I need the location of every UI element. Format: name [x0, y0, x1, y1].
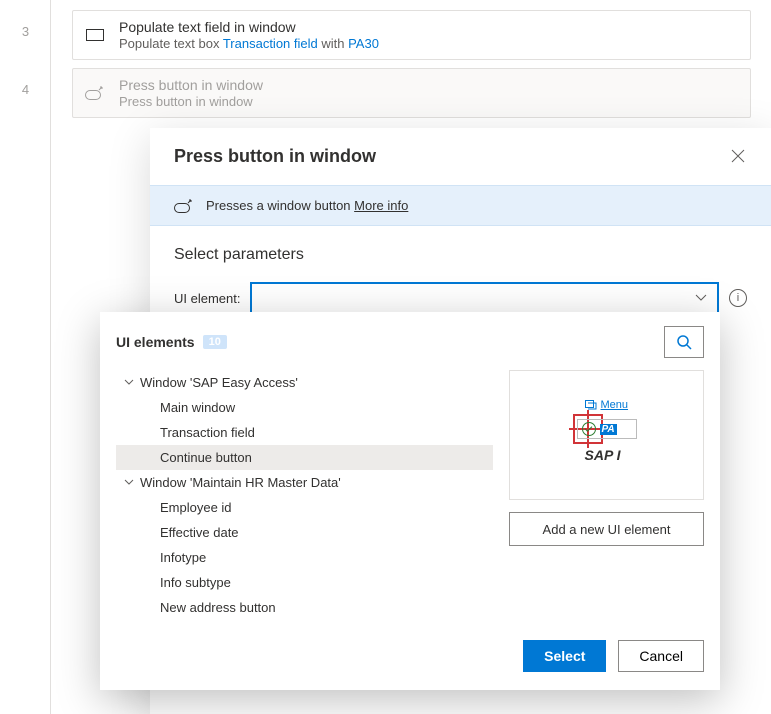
ui-element-picker: UI elements 10 Window 'SAP Easy Access' …	[100, 312, 720, 690]
tree-group-maintain-hr[interactable]: Window 'Maintain HR Master Data'	[116, 470, 493, 495]
tree-item-infotype[interactable]: Infotype	[116, 545, 493, 570]
chevron-down-icon	[124, 479, 134, 486]
preview-toolbar: PA	[577, 419, 637, 439]
tree-item-transaction-field[interactable]: Transaction field	[116, 420, 493, 445]
preview-menu-link: Menu	[585, 399, 629, 411]
step-number-4: 4	[0, 82, 51, 97]
preview-pa-chip: PA	[600, 424, 617, 435]
check-circle-icon	[582, 422, 596, 436]
step-title: Populate text field in window	[119, 19, 379, 35]
tree-group-sap-easy-access[interactable]: Window 'SAP Easy Access'	[116, 370, 493, 395]
dialog-title: Press button in window	[174, 146, 376, 167]
step-subtitle: Press button in window	[119, 94, 263, 109]
element-preview: Menu PA SAP I	[509, 370, 704, 500]
more-info-link[interactable]: More info	[354, 198, 408, 213]
section-title: Select parameters	[174, 246, 747, 264]
tree-item-employee-id[interactable]: Employee id	[116, 495, 493, 520]
preview-sap-label: SAP I	[585, 447, 621, 463]
add-ui-element-button[interactable]: Add a new UI element	[509, 512, 704, 546]
textbox-icon	[85, 25, 105, 45]
close-icon[interactable]	[731, 149, 747, 165]
param-label-ui-element: UI element:	[174, 291, 240, 306]
tree-item-continue-button[interactable]: Continue button	[116, 445, 493, 470]
ui-element-select[interactable]	[250, 282, 719, 314]
element-count-badge: 10	[203, 335, 227, 349]
info-bar: Presses a window button More info	[150, 185, 771, 226]
info-text: Presses a window button	[206, 198, 354, 213]
picker-title: UI elements	[116, 334, 195, 350]
search-button[interactable]	[664, 326, 704, 358]
step-link-value[interactable]: PA30	[348, 36, 379, 51]
select-button[interactable]: Select	[523, 640, 606, 672]
cancel-button[interactable]: Cancel	[618, 640, 704, 672]
info-icon[interactable]: i	[729, 289, 747, 307]
ui-element-tree: Window 'SAP Easy Access' Main window Tra…	[116, 370, 493, 620]
press-button-icon	[174, 199, 194, 213]
chevron-down-icon	[695, 294, 707, 302]
step-subtitle: Populate text box Transaction field with…	[119, 36, 379, 51]
step-title: Press button in window	[119, 77, 263, 93]
press-button-icon	[85, 83, 105, 103]
chevron-down-icon	[124, 379, 134, 386]
flow-step-4[interactable]: Press button in window Press button in w…	[72, 68, 751, 118]
tree-item-info-subtype[interactable]: Info subtype	[116, 570, 493, 595]
flow-step-3[interactable]: Populate text field in window Populate t…	[72, 10, 751, 60]
step-number-3: 3	[0, 24, 51, 39]
tree-item-effective-date[interactable]: Effective date	[116, 520, 493, 545]
tree-item-main-window[interactable]: Main window	[116, 395, 493, 420]
tree-item-new-address-button[interactable]: New address button	[116, 595, 493, 620]
search-icon	[676, 334, 692, 350]
step-link-field[interactable]: Transaction field	[223, 36, 318, 51]
